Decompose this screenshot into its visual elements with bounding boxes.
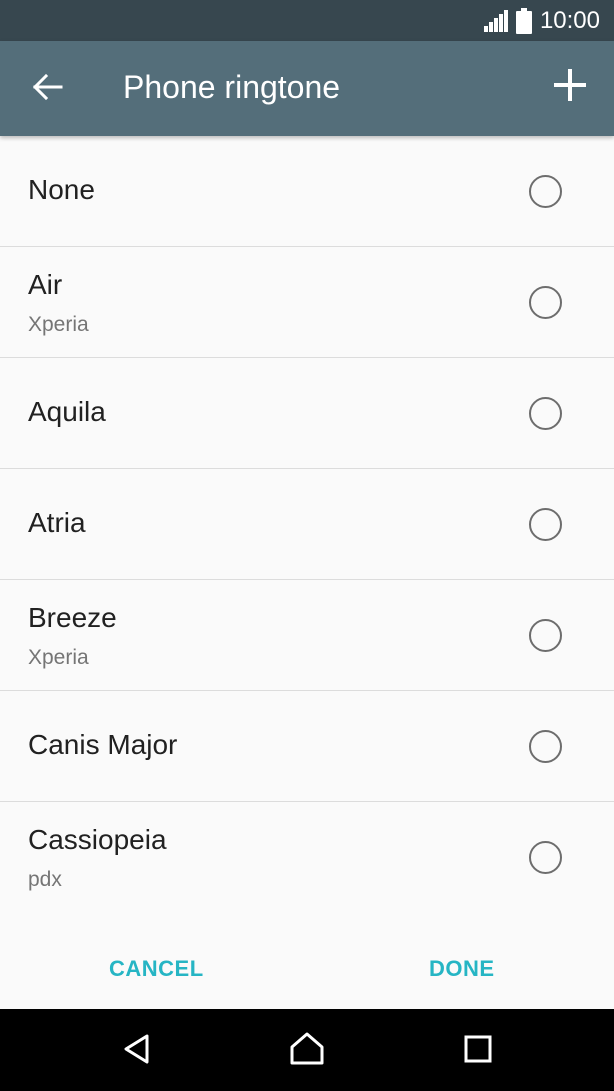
recents-icon — [464, 1035, 492, 1068]
battery-icon — [515, 7, 532, 34]
ringtone-name: None — [28, 174, 95, 205]
nav-recents-button[interactable] — [458, 1031, 498, 1071]
ringtone-name: Breeze — [28, 602, 117, 633]
ringtone-row-air[interactable]: Air Xperia — [0, 247, 614, 358]
cancel-button[interactable]: CANCEL — [109, 956, 204, 982]
back-button[interactable] — [24, 65, 72, 113]
ringtone-list: None Air Xperia Aquila Atria Breeze Xper… — [0, 136, 614, 913]
radio-button[interactable] — [529, 175, 562, 208]
ringtone-row-aquila[interactable]: Aquila — [0, 358, 614, 469]
toolbar: Phone ringtone — [0, 41, 614, 136]
ringtone-row-cassiopeia[interactable]: Cassiopeia pdx — [0, 802, 614, 913]
signal-icon — [483, 9, 508, 32]
radio-button[interactable] — [529, 730, 562, 763]
radio-button[interactable] — [529, 397, 562, 430]
radio-button[interactable] — [529, 286, 562, 319]
add-ringtone-button[interactable] — [546, 63, 594, 111]
ringtone-source: Xperia — [28, 646, 89, 669]
back-arrow-icon — [32, 73, 63, 105]
ringtone-row-atria[interactable]: Atria — [0, 469, 614, 580]
status-bar: 10:00 — [0, 0, 614, 41]
radio-button[interactable] — [529, 508, 562, 541]
radio-button[interactable] — [529, 619, 562, 652]
page-title: Phone ringtone — [123, 69, 341, 105]
home-icon — [289, 1032, 325, 1071]
ringtone-source: Xperia — [28, 313, 89, 336]
ringtone-name: Air — [28, 269, 63, 300]
ringtone-name: Aquila — [28, 396, 106, 427]
ringtone-name: Canis Major — [28, 729, 178, 760]
nav-back-button[interactable] — [117, 1031, 157, 1071]
ringtone-source: pdx — [28, 868, 62, 891]
ringtone-name: Atria — [28, 507, 86, 538]
back-triangle-icon — [121, 1033, 153, 1070]
radio-button[interactable] — [529, 841, 562, 874]
navigation-bar — [0, 1009, 614, 1091]
dialog-actions: CANCEL DONE — [0, 912, 614, 1009]
ringtone-name: Cassiopeia — [28, 824, 167, 855]
nav-home-button[interactable] — [287, 1031, 327, 1071]
ringtone-row-canis-major[interactable]: Canis Major — [0, 691, 614, 802]
status-time: 10:00 — [539, 6, 600, 34]
done-button[interactable]: DONE — [429, 956, 495, 982]
plus-icon — [553, 68, 587, 107]
ringtone-row-none[interactable]: None — [0, 136, 614, 247]
ringtone-row-breeze[interactable]: Breeze Xperia — [0, 580, 614, 691]
